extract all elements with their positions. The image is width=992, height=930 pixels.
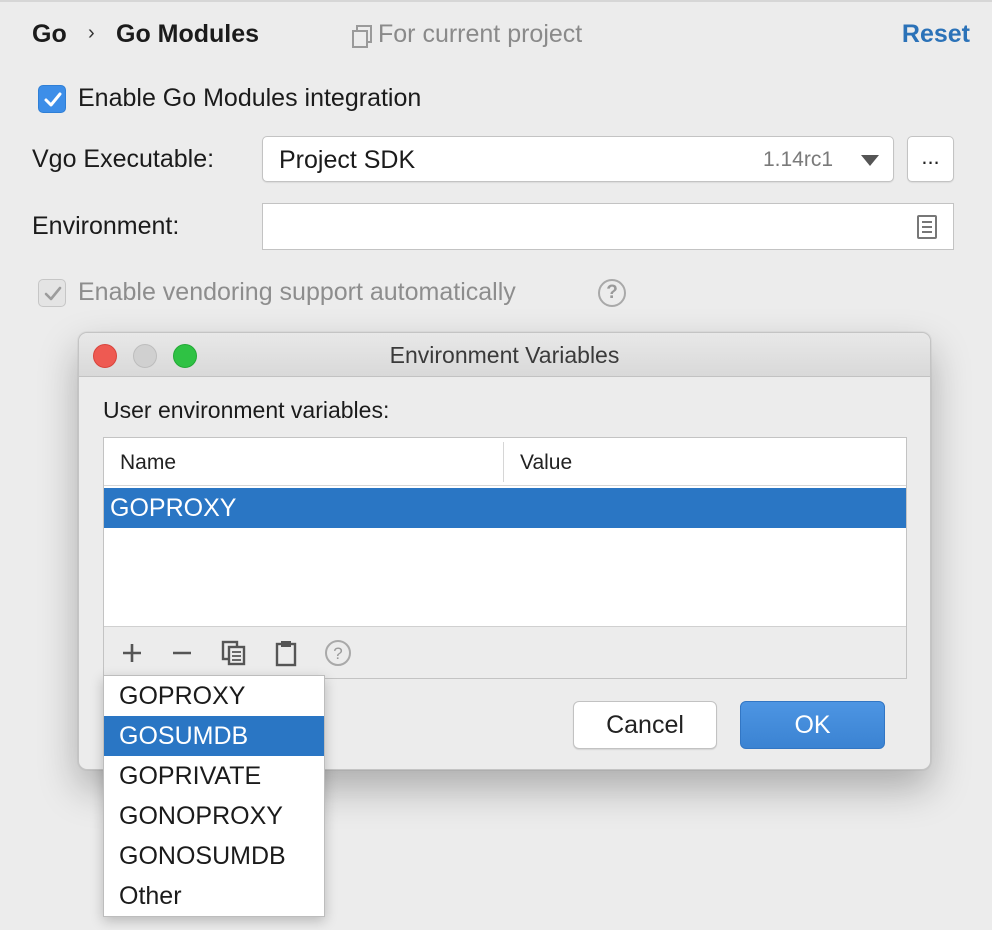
svg-text:?: ? <box>333 644 342 663</box>
env-var-name-popup: GOPROXY GOSUMDB GOPRIVATE GONOPROXY GONO… <box>103 675 325 917</box>
column-header-value[interactable]: Value <box>520 451 572 475</box>
table-row[interactable]: GOPROXY <box>104 488 906 528</box>
breadcrumb-separator-icon: › <box>88 22 95 44</box>
vgo-executable-combo[interactable]: Project SDK 1.14rc1 <box>262 136 894 182</box>
breadcrumb-parent[interactable]: Go <box>32 20 67 49</box>
cancel-button[interactable]: Cancel <box>573 701 717 749</box>
sdk-version: 1.14rc1 <box>762 148 833 171</box>
environment-field[interactable] <box>262 203 954 250</box>
enable-modules-label[interactable]: Enable Go Modules integration <box>78 84 421 113</box>
env-vars-table: Name Value GOPROXY ? <box>103 437 907 679</box>
scope-label: For current project <box>378 20 583 48</box>
help-icon[interactable]: ? <box>324 639 352 667</box>
top-divider <box>0 0 992 2</box>
enable-modules-checkbox[interactable] <box>38 85 66 113</box>
project-scope-icon <box>352 24 372 48</box>
dropdown-arrow-icon[interactable] <box>861 155 879 166</box>
vendoring-label: Enable vendoring support automatically <box>78 278 516 306</box>
help-icon[interactable]: ? <box>598 279 626 307</box>
dialog-titlebar[interactable]: Environment Variables <box>79 333 930 377</box>
paste-icon[interactable] <box>272 639 300 667</box>
table-header: Name Value <box>104 438 906 486</box>
row-name-cell[interactable]: GOPROXY <box>110 494 236 523</box>
ok-button[interactable]: OK <box>740 701 885 749</box>
popup-item-goprivate[interactable]: GOPRIVATE <box>104 756 324 796</box>
vgo-executable-label: Vgo Executable: <box>32 145 215 173</box>
add-icon[interactable] <box>118 639 146 667</box>
browse-button[interactable]: ... <box>907 136 954 182</box>
reset-link[interactable]: Reset <box>902 20 970 49</box>
popup-item-gosumdb[interactable]: GOSUMDB <box>104 716 324 756</box>
page-title: Go Modules <box>116 20 260 48</box>
popup-item-gonosumdb[interactable]: GONOSUMDB <box>104 836 324 876</box>
checkmark-icon <box>44 92 62 107</box>
table-toolbar: ? <box>104 626 906 678</box>
popup-item-gonoproxy[interactable]: GONOPROXY <box>104 796 324 836</box>
dialog-title: Environment Variables <box>389 342 620 368</box>
vgo-executable-value: Project SDK <box>279 146 416 174</box>
popup-item-other[interactable]: Other <box>104 876 324 916</box>
environment-label: Environment: <box>32 212 180 240</box>
remove-icon[interactable] <box>168 639 196 667</box>
scope-indicator: For current project <box>352 20 582 49</box>
popup-item-goproxy[interactable]: GOPROXY <box>104 676 324 716</box>
user-env-vars-label: User environment variables: <box>103 397 390 423</box>
edit-environment-icon[interactable] <box>917 215 937 239</box>
column-divider[interactable] <box>503 442 504 482</box>
copy-icon[interactable] <box>220 639 248 667</box>
column-header-name[interactable]: Name <box>120 451 176 475</box>
checkmark-icon <box>44 286 62 301</box>
vendoring-checkbox <box>38 279 66 307</box>
